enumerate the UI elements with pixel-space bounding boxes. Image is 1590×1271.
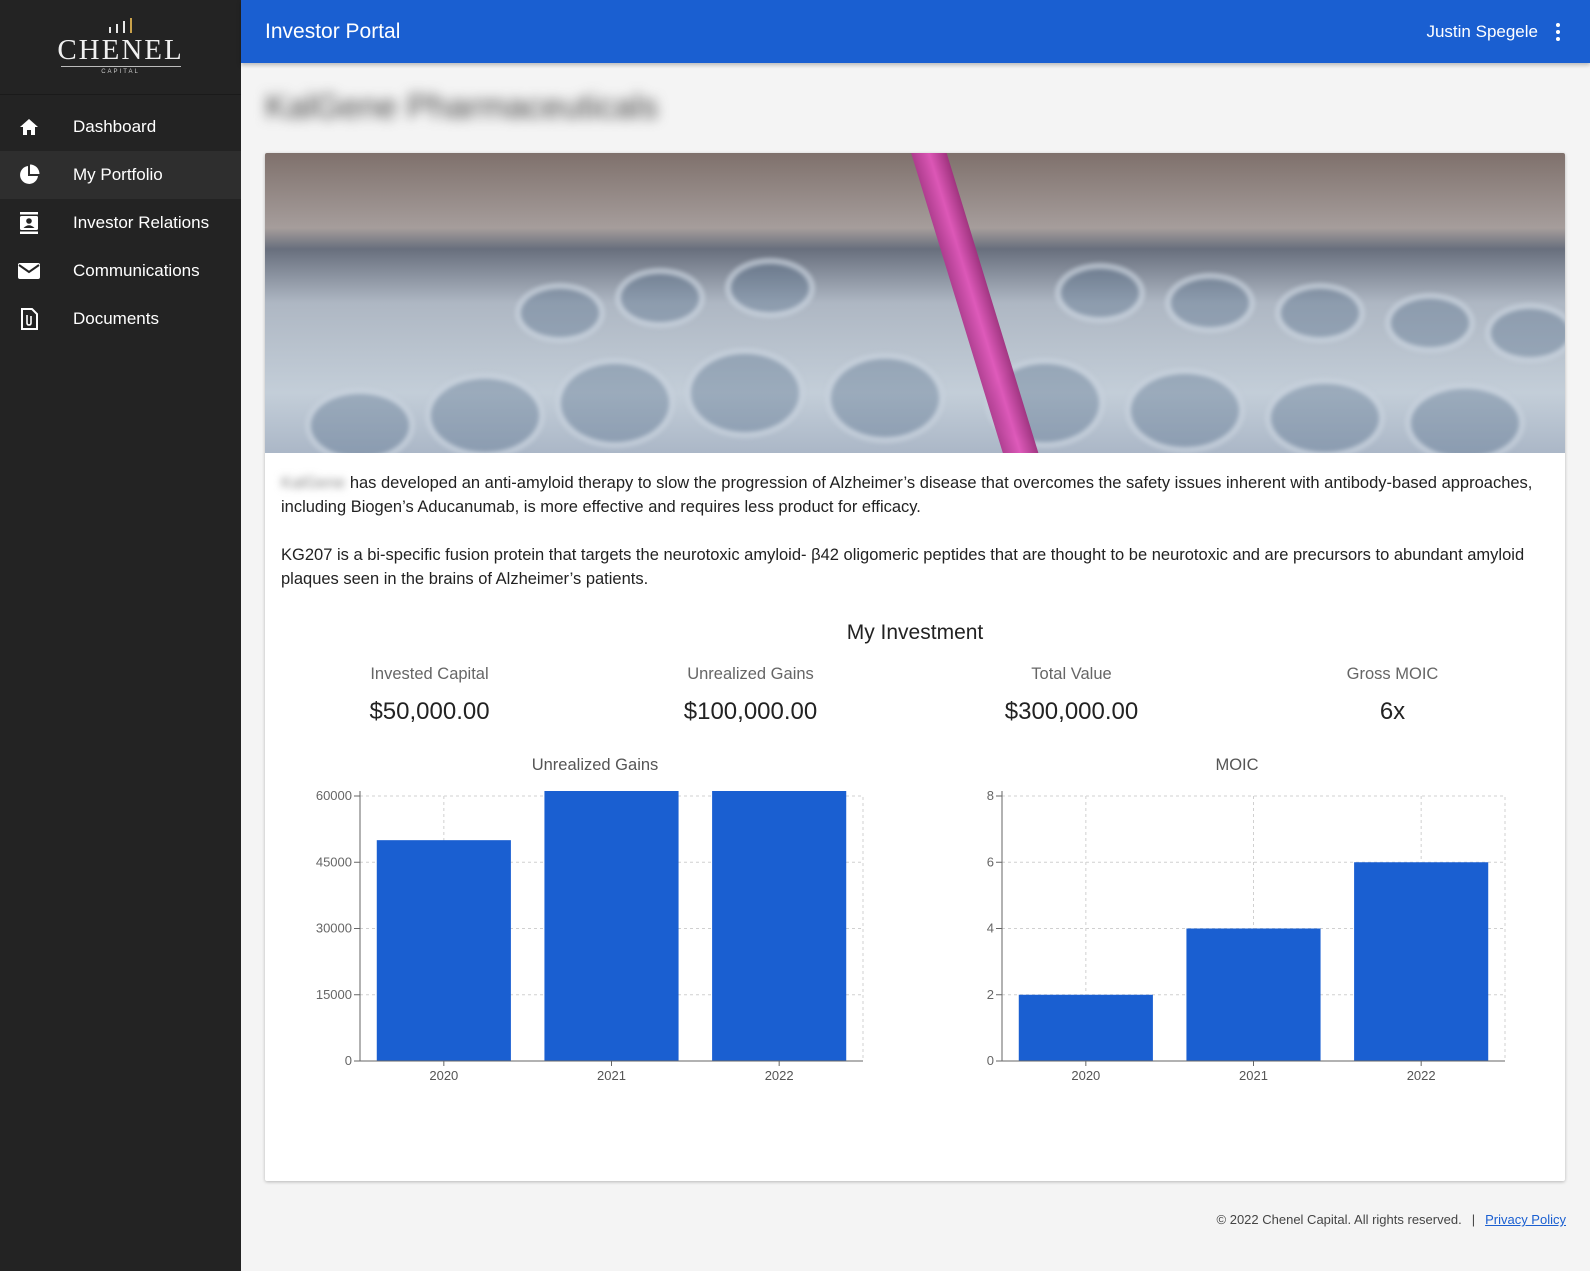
- document-icon: [18, 308, 40, 330]
- metric-gross-moic: Gross MOIC 6x: [1232, 665, 1553, 726]
- brand-name: CHENEL: [57, 34, 184, 66]
- sidebar-item-label: Documents: [73, 309, 159, 328]
- pie-chart-icon: [18, 164, 40, 186]
- metric-value: $300,000.00: [1004, 698, 1139, 725]
- sidebar-item-label: Investor Relations: [73, 213, 210, 232]
- moic-chart: MOIC 0 2 4 6 8 2020 2021 2022: [927, 756, 1547, 1096]
- y-tick-label: 0: [345, 1053, 352, 1068]
- x-tick-label: 2022: [1407, 1068, 1436, 1083]
- y-tick-label: 15000: [316, 987, 352, 1002]
- investment-title: My Investment: [846, 621, 984, 644]
- chart-title: MOIC: [1215, 756, 1259, 774]
- page-title: Investor Portal: [265, 19, 401, 43]
- logo-divider: [60, 66, 181, 67]
- sidebar-item-documents[interactable]: Documents: [0, 295, 241, 343]
- charts-area: Unrealized Gains 0 15000 30000 45000 60000 20…: [265, 756, 1565, 1096]
- y-tick-label: 60000: [316, 788, 352, 803]
- y-tick-label: 30000: [316, 921, 352, 936]
- investment-metrics: Invested Capital $50,000.00 Unrealized G…: [265, 665, 1565, 726]
- logo-bars-icon: [109, 18, 132, 33]
- sidebar-item-communications[interactable]: Communications: [0, 247, 241, 295]
- footer-separator: |: [1471, 1212, 1476, 1227]
- sidebar-item-dashboard[interactable]: Dashboard: [0, 103, 241, 151]
- bar-2020[interactable]: [376, 840, 511, 1061]
- company-card: KalGene has developed an anti-amyloid th…: [265, 153, 1565, 1181]
- y-tick-label: 2: [987, 987, 994, 1002]
- brand-subtitle: CAPITAL: [101, 69, 140, 75]
- x-tick-label: 2020: [429, 1068, 458, 1083]
- bar-2021[interactable]: [1186, 928, 1321, 1062]
- bar-2021[interactable]: [544, 791, 679, 1061]
- sidebar: CHENEL CAPITAL Dashboard My Portfolio In…: [0, 0, 241, 1271]
- privacy-policy-link[interactable]: Privacy Policy: [1485, 1212, 1566, 1227]
- copyright-text: © 2022 Chenel Capital. All rights reserv…: [1216, 1212, 1462, 1227]
- company-short-name: KalGene: [281, 474, 346, 492]
- user-name[interactable]: Justin Spegele: [1426, 22, 1538, 42]
- sidebar-item-label: Communications: [73, 261, 200, 280]
- metric-label: Gross MOIC: [1346, 665, 1439, 683]
- header-user-area: Justin Spegele: [1426, 21, 1564, 43]
- sidebar-nav: Dashboard My Portfolio Investor Relation…: [0, 103, 241, 343]
- y-tick-label: 0: [987, 1053, 994, 1068]
- bar-2022[interactable]: [712, 791, 847, 1061]
- description-paragraph: KG207 is a bi-specific fusion protein th…: [281, 546, 1525, 588]
- metric-value: $50,000.00: [369, 698, 490, 725]
- metric-invested-capital: Invested Capital $50,000.00: [269, 665, 590, 726]
- metric-total-value: Total Value $300,000.00: [911, 665, 1232, 726]
- chart-title: Unrealized Gains: [531, 756, 659, 774]
- sidebar-item-label: Dashboard: [73, 117, 157, 136]
- description-paragraph: KalGene has developed an anti-amyloid th…: [281, 474, 1533, 516]
- app-header: Investor Portal Justin Spegele: [241, 0, 1590, 63]
- bar-2020[interactable]: [1018, 994, 1153, 1061]
- metric-unrealized-gains: Unrealized Gains $100,000.00: [590, 665, 911, 726]
- brand-logo[interactable]: CHENEL CAPITAL: [0, 0, 241, 95]
- sidebar-item-label: My Portfolio: [73, 165, 163, 184]
- y-tick-label: 6: [987, 854, 994, 869]
- contact-card-icon: [18, 212, 40, 234]
- unrealized-gains-chart-svg: 0 15000 30000 45000 60000 2020 2021 2022: [316, 788, 864, 1083]
- unrealized-gains-chart: Unrealized Gains 0 15000 30000 45000 60000 20…: [285, 756, 905, 1096]
- hero-image: [265, 153, 1565, 453]
- company-description: KalGene has developed an anti-amyloid th…: [265, 453, 1565, 591]
- x-tick-label: 2021: [1239, 1068, 1268, 1083]
- metric-value: $100,000.00: [683, 698, 818, 725]
- company-title: KalGene Pharmaceuticals: [265, 88, 659, 126]
- envelope-icon: [18, 260, 40, 282]
- home-icon: [18, 116, 40, 138]
- y-tick-label: 4: [987, 921, 994, 936]
- bar-2022[interactable]: [1354, 862, 1489, 1061]
- footer: © 2022 Chenel Capital. All rights reserv…: [1217, 1212, 1566, 1227]
- more-menu-icon[interactable]: [1552, 21, 1564, 43]
- metric-label: Invested Capital: [370, 665, 489, 683]
- x-tick-label: 2022: [765, 1068, 794, 1083]
- metric-label: Unrealized Gains: [687, 665, 814, 683]
- x-tick-label: 2021: [597, 1068, 626, 1083]
- metric-label: Total Value: [1031, 665, 1112, 683]
- y-tick-label: 8: [987, 788, 994, 803]
- metric-value: 6x: [1379, 698, 1406, 725]
- y-tick-label: 45000: [316, 854, 352, 869]
- moic-chart-svg: 0 2 4 6 8 2020 2021 2022: [987, 788, 1506, 1083]
- x-tick-label: 2020: [1071, 1068, 1100, 1083]
- sidebar-item-my-portfolio[interactable]: My Portfolio: [0, 151, 241, 199]
- sidebar-item-investor-relations[interactable]: Investor Relations: [0, 199, 241, 247]
